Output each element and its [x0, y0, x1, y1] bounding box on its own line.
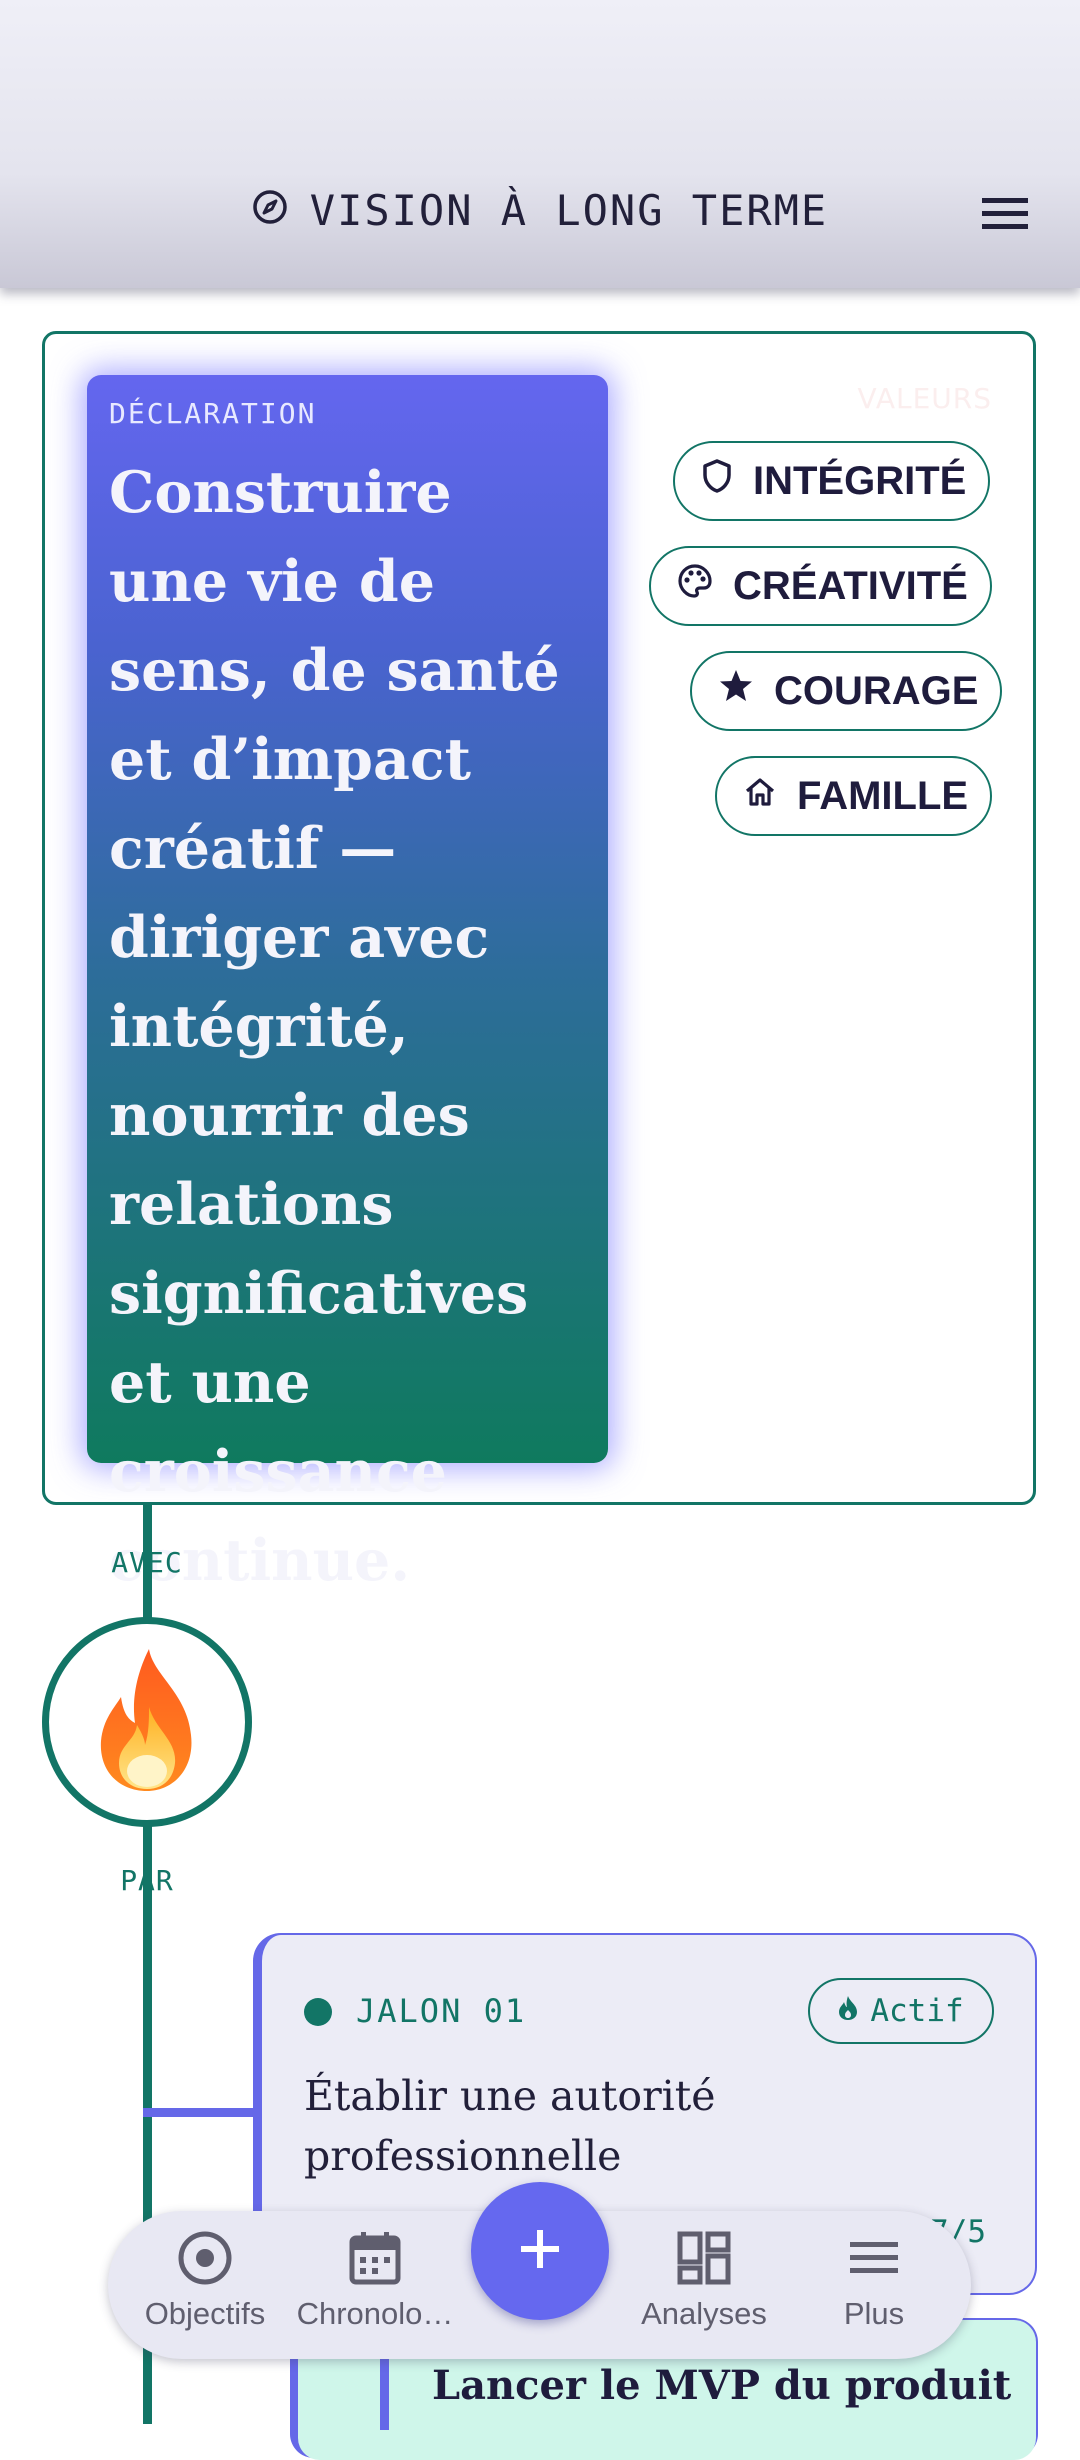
nav-item-chronologie[interactable]: Chronolo…: [295, 2226, 455, 2332]
palette-icon: [677, 563, 713, 609]
star-icon: [718, 668, 754, 714]
dashboard-icon: [624, 2226, 784, 2290]
value-pill-famille[interactable]: FAMILLE: [715, 756, 993, 836]
flame-icon: [838, 1993, 858, 2029]
timeline-label-par: PAR: [120, 1864, 174, 1897]
value-label: COURAGE: [774, 668, 979, 713]
status-dot: [304, 1998, 332, 2026]
fire-node[interactable]: [42, 1617, 252, 1827]
declaration-label: DÉCLARATION: [109, 397, 317, 430]
page-title-text: VISION À LONG TERME: [309, 186, 829, 235]
nav-label: Analyses: [641, 2296, 767, 2331]
nav-item-objectifs[interactable]: Objectifs: [125, 2226, 285, 2332]
home-icon: [743, 774, 777, 819]
shield-icon: [701, 458, 733, 504]
page-title: VISION À LONG TERME: [0, 186, 1080, 235]
values-label: VALEURS: [857, 382, 992, 415]
plus-icon: [519, 2228, 561, 2274]
menu-icon: [794, 2226, 954, 2290]
compass-icon: [252, 186, 288, 235]
timeline-label-avec: AVEC: [111, 1546, 183, 1579]
target-icon: [125, 2226, 285, 2290]
nav-label: Plus: [843, 2296, 905, 2331]
status-label: Actif: [870, 1993, 964, 2029]
nav-label: Objectifs: [144, 2296, 266, 2331]
milestone-title: Établir une autorité professionnelle: [304, 2072, 716, 2180]
nav-label: Chronolo…: [296, 2296, 454, 2331]
value-label: FAMILLE: [797, 773, 969, 818]
value-pill-creativite[interactable]: CRÉATIVITÉ: [649, 546, 992, 626]
status-badge[interactable]: Actif: [808, 1978, 994, 2044]
declaration-card[interactable]: DÉCLARATION Construire une vie de sens, …: [87, 375, 608, 1594]
add-button[interactable]: [471, 2182, 609, 2320]
next-milestone-title: Lancer le MVP du produit: [432, 2362, 1012, 2409]
nav-item-plus[interactable]: Plus: [794, 2226, 954, 2332]
declaration-text: Construire une vie de sens, de santé et …: [109, 459, 560, 1594]
nav-item-analyses[interactable]: Analyses: [624, 2226, 784, 2332]
value-pill-courage[interactable]: COURAGE: [690, 651, 1003, 731]
app-header: VISION À LONG TERME: [0, 0, 1080, 288]
calendar-icon: [295, 2226, 455, 2290]
value-label: CRÉATIVITÉ: [733, 563, 968, 608]
hamburger-menu-icon[interactable]: [980, 194, 1030, 234]
value-label: INTÉGRITÉ: [753, 458, 967, 503]
fire-icon: [87, 1645, 207, 1799]
value-pill-integrite[interactable]: INTÉGRITÉ: [673, 441, 991, 521]
milestone-tag: JALON 01: [356, 1992, 527, 2030]
timeline-branch: [143, 2108, 255, 2117]
